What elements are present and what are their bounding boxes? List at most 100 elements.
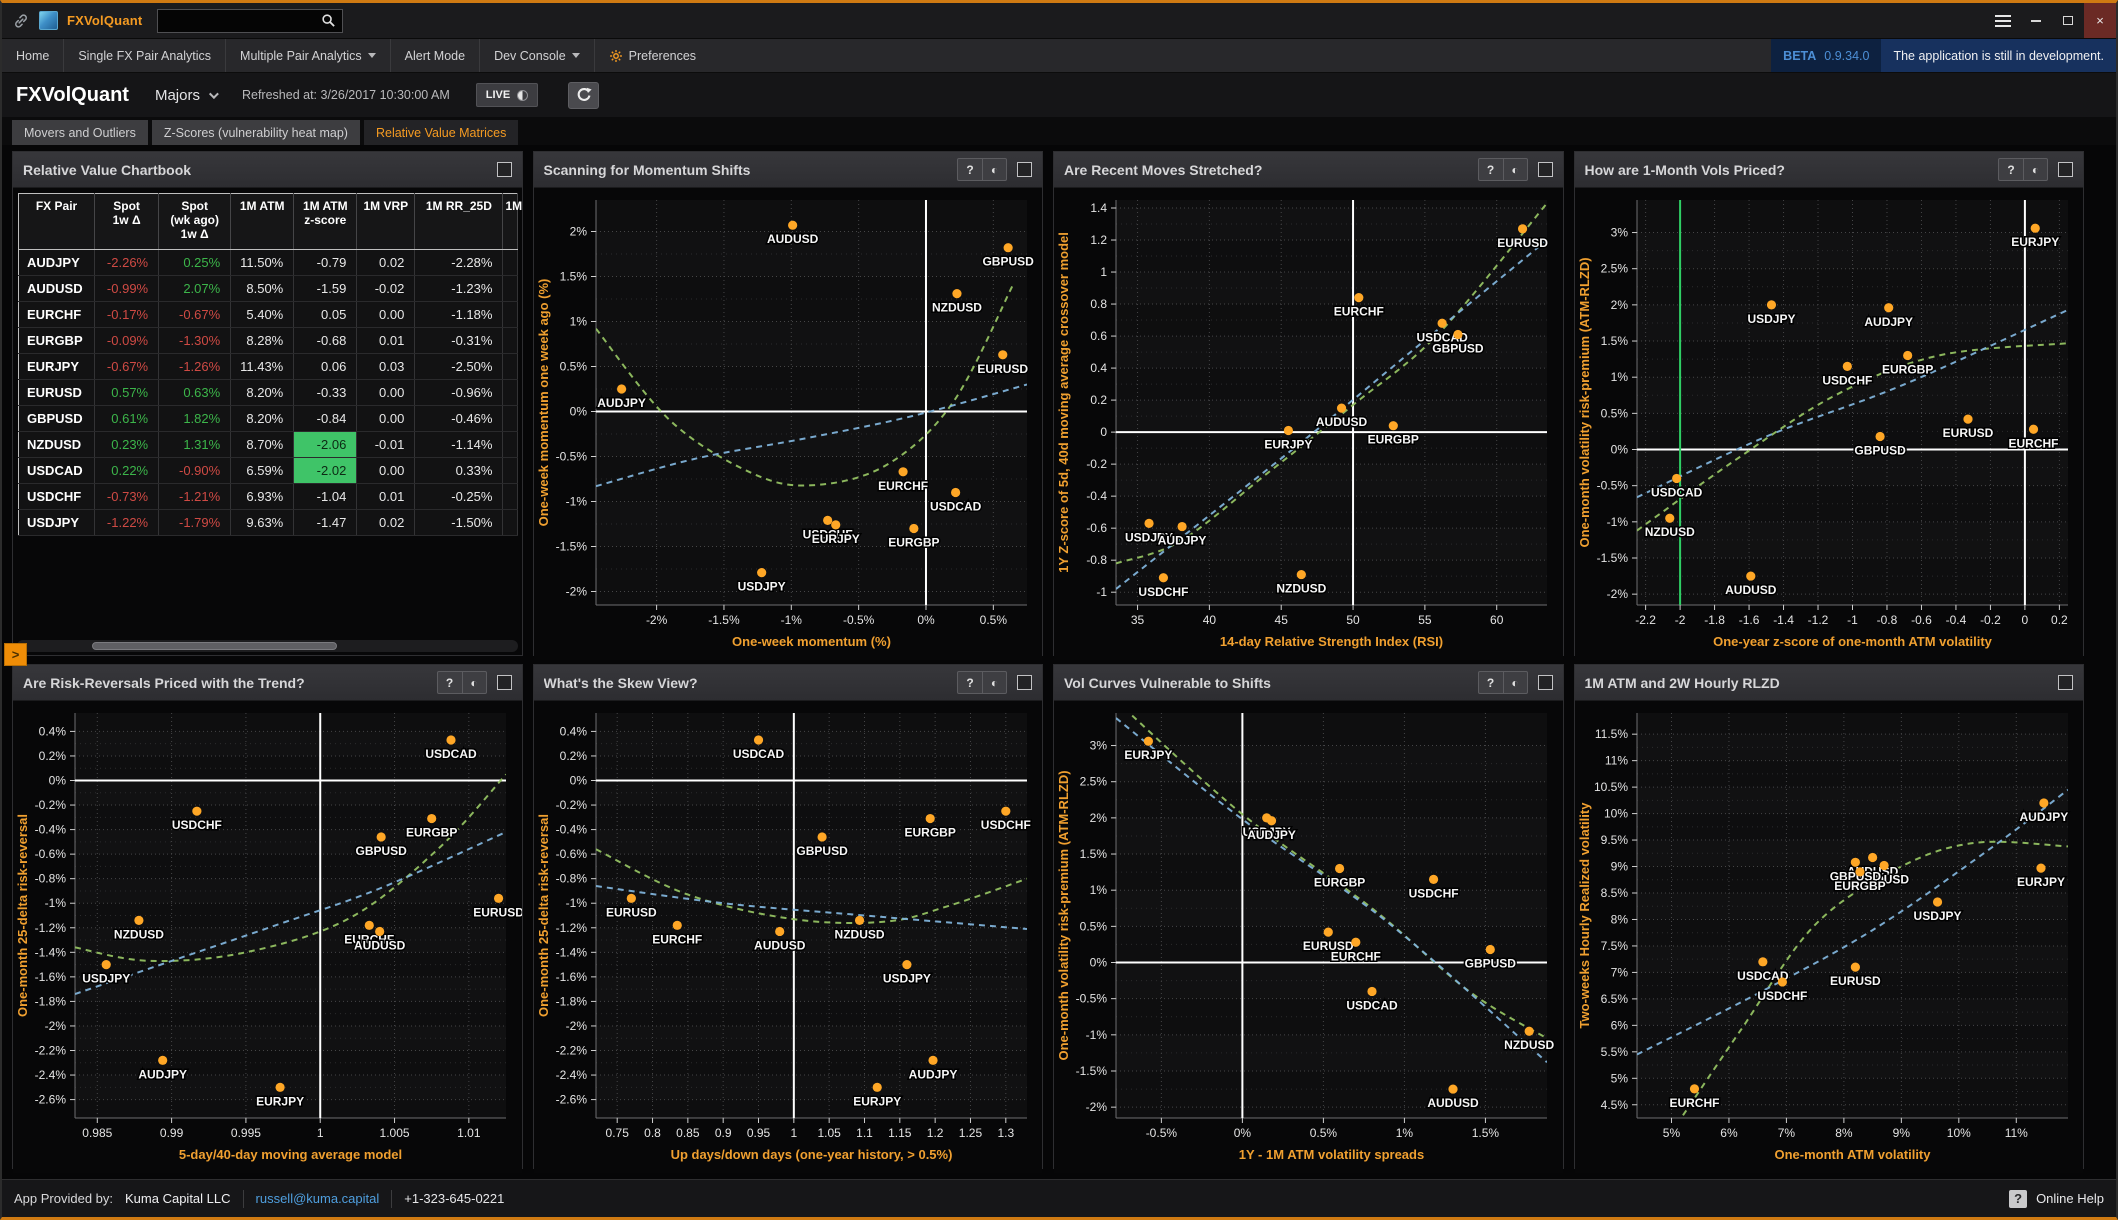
table-row[interactable]: AUDUSD-0.99%2.07%8.50%-1.59-0.02-1.23% (19, 276, 518, 302)
column-header[interactable]: Spot (wk ago) 1w Δ (159, 194, 231, 250)
cell-atm-zscore: 0.06 (294, 354, 357, 380)
column-header[interactable]: 1M (503, 194, 517, 250)
menu-item-preferences[interactable]: Preferences (595, 39, 710, 72)
table-row[interactable]: EURUSD0.57%0.63%8.20%-0.330.00-0.96% (19, 380, 518, 406)
help-button[interactable]: ? (958, 159, 982, 180)
menu-hamburger-icon[interactable] (1986, 3, 2020, 38)
svg-text:1.005: 1.005 (380, 1126, 410, 1140)
menu-item-single-fx[interactable]: Single FX Pair Analytics (64, 39, 226, 72)
svg-text:-1.2%: -1.2% (555, 921, 587, 935)
cell-rr-25d: -2.28% (415, 250, 503, 276)
panel-atm-hourly-rlzd: 1M ATM and 2W Hourly RLZD 5%6%7%8%9%10%1… (1574, 664, 2085, 1169)
svg-text:0.85: 0.85 (676, 1126, 700, 1140)
contact-email-link[interactable]: russell@kuma.capital (256, 1191, 380, 1206)
table-row[interactable]: USDCHF-0.73%-1.21%6.93%-1.040.01-0.25% (19, 484, 518, 510)
help-button[interactable]: ? (958, 672, 982, 693)
column-header[interactable]: 1M RR_25D (415, 194, 503, 250)
menu-item-alert-mode[interactable]: Alert Mode (391, 39, 480, 72)
svg-text:-2%: -2% (45, 1019, 67, 1033)
cell-rr-25d: -1.50% (415, 510, 503, 536)
data-point-AUDUSD (375, 927, 384, 936)
data-point-AUDJPY (616, 384, 625, 393)
cell-spot-wk-ago: 0.25% (159, 250, 231, 276)
svg-text:0: 0 (1100, 425, 1107, 439)
table-horizontal-scrollbar[interactable] (17, 640, 518, 652)
scrollbar-thumb[interactable] (92, 642, 337, 650)
contrast-toggle-icon[interactable]: ◐ (1503, 159, 1527, 180)
data-point-EURUSD (1850, 963, 1859, 972)
tab-zscores[interactable]: Z-Scores (vulnerability heat map) (152, 120, 360, 145)
panel-select-checkbox[interactable] (497, 162, 512, 177)
contrast-toggle-icon[interactable]: ◐ (462, 672, 486, 693)
help-button[interactable]: ? (438, 672, 462, 693)
contrast-toggle-icon[interactable]: ◐ (982, 159, 1006, 180)
svg-text:One-month ATM volatility: One-month ATM volatility (1774, 1147, 1931, 1162)
svg-text:-2.2: -2.2 (1635, 613, 1656, 627)
table-row[interactable]: USDCAD0.22%-0.90%6.59%-2.020.000.33% (19, 458, 518, 484)
help-button[interactable]: ? (1479, 159, 1503, 180)
table-row[interactable]: NZDUSD0.23%1.31%8.70%-2.06-0.01-1.14% (19, 432, 518, 458)
svg-text:-1.5%: -1.5% (555, 540, 587, 554)
point-label: EURCHF (878, 479, 928, 493)
panel-select-checkbox[interactable] (497, 675, 512, 690)
link-icon[interactable] (12, 12, 30, 30)
menu-item-multiple-pair[interactable]: Multiple Pair Analytics (226, 39, 391, 72)
search-icon[interactable] (321, 13, 336, 28)
table-expander-button[interactable]: > (4, 643, 27, 666)
help-button[interactable]: ? (1479, 672, 1503, 693)
point-label: USDJPY (82, 972, 130, 986)
column-header[interactable]: 1M ATM z-score (294, 194, 357, 250)
table-row[interactable]: AUDJPY-2.26%0.25%11.50%-0.790.02-2.28% (19, 250, 518, 276)
table-row[interactable]: GBPUSD0.61%1.82%8.20%-0.840.00-0.46% (19, 406, 518, 432)
svg-text:-1.5%: -1.5% (708, 613, 740, 627)
column-header[interactable]: FX Pair (19, 194, 95, 250)
online-help-link[interactable]: Online Help (2036, 1191, 2104, 1206)
cell-vrp-1m: -0.01 (357, 432, 415, 458)
refresh-button[interactable] (568, 82, 599, 109)
close-button[interactable]: × (2084, 3, 2116, 38)
panel-select-checkbox[interactable] (2058, 675, 2073, 690)
svg-text:-0.6%: -0.6% (555, 847, 587, 861)
svg-text:-1.5%: -1.5% (1596, 551, 1628, 565)
svg-text:0: 0 (2021, 613, 2028, 627)
svg-text:6.5%: 6.5% (1600, 992, 1628, 1006)
maximize-button[interactable] (2052, 3, 2084, 38)
data-point-NZDUSD (1665, 514, 1674, 523)
panel-select-checkbox[interactable] (1538, 162, 1553, 177)
panel-select-checkbox[interactable] (1017, 162, 1032, 177)
svg-text:0.5%: 0.5% (1080, 919, 1108, 933)
help-button[interactable]: ? (1999, 159, 2023, 180)
cell-rr-25d: -0.96% (415, 380, 503, 406)
table-row[interactable]: USDJPY-1.22%-1.79%9.63%-1.470.02-1.50% (19, 510, 518, 536)
contrast-toggle-icon[interactable]: ◐ (1503, 672, 1527, 693)
table-row[interactable]: EURJPY-0.67%-1.26%11.43%0.060.03-2.50% (19, 354, 518, 380)
menu-item-home[interactable]: Home (2, 39, 64, 72)
column-header[interactable]: 1M VRP (357, 194, 415, 250)
cell-atm-1m: 8.50% (231, 276, 294, 302)
panel-select-checkbox[interactable] (2058, 162, 2073, 177)
menu-item-dev-console[interactable]: Dev Console (480, 39, 595, 72)
table-row[interactable]: EURCHF-0.17%-0.67%5.40%0.050.00-1.18% (19, 302, 518, 328)
tab-relative-value[interactable]: Relative Value Matrices (364, 120, 518, 145)
panel-select-checkbox[interactable] (1538, 675, 1553, 690)
minimize-button[interactable] (2020, 3, 2052, 38)
tab-movers-outliers[interactable]: Movers and Outliers (12, 120, 148, 145)
search-input[interactable] (164, 14, 321, 28)
search-box[interactable] (157, 9, 343, 33)
scope-dropdown[interactable]: Majors (155, 87, 216, 104)
column-header[interactable]: 1M ATM (231, 194, 294, 250)
data-point-USDJPY (757, 568, 766, 577)
column-header[interactable]: Spot 1w Δ (95, 194, 159, 250)
svg-text:1.2: 1.2 (926, 1126, 943, 1140)
svg-text:-0.4%: -0.4% (555, 823, 587, 837)
svg-text:11.5%: 11.5% (1594, 727, 1627, 741)
contrast-toggle-icon[interactable]: ◐ (982, 672, 1006, 693)
contrast-toggle-icon[interactable]: ◐ (2023, 159, 2047, 180)
table-row[interactable]: EURGBP-0.09%-1.30%8.28%-0.680.01-0.31% (19, 328, 518, 354)
help-icon[interactable]: ? (2009, 1190, 2027, 1208)
live-toggle[interactable]: LIVE (476, 83, 538, 107)
data-point-USDCAD (753, 735, 762, 744)
cell-atm-zscore: -0.33 (294, 380, 357, 406)
svg-text:-0.5%: -0.5% (555, 450, 587, 464)
panel-select-checkbox[interactable] (1017, 675, 1032, 690)
